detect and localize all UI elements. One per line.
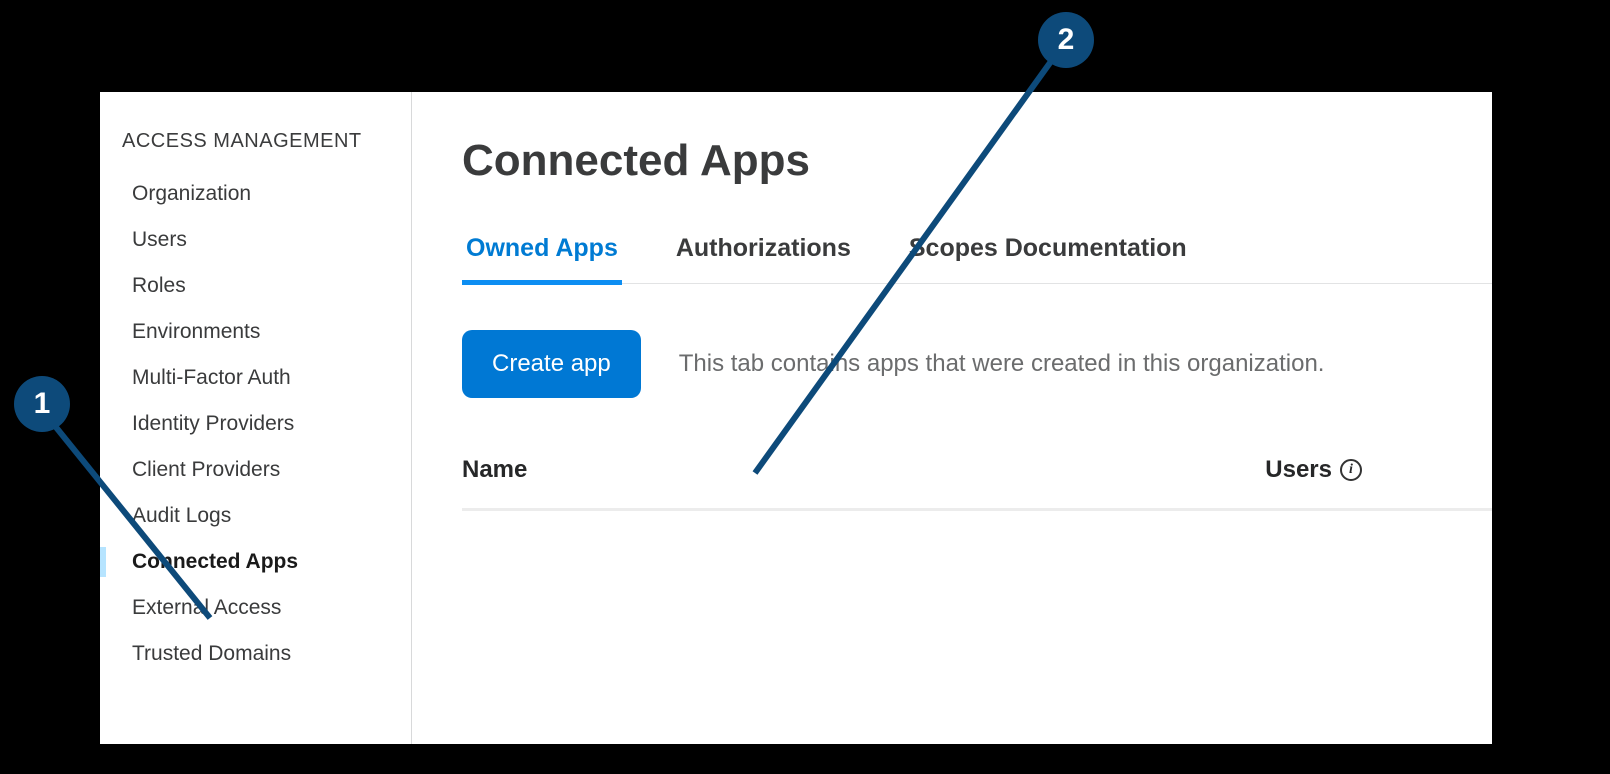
- callout-badge-1: 1: [14, 376, 70, 432]
- sidebar-item-external-access[interactable]: External Access: [100, 585, 411, 631]
- column-header-users-label: Users: [1265, 456, 1332, 484]
- sidebar-section-title: ACCESS MANAGEMENT: [100, 130, 411, 171]
- tab-description: This tab contains apps that were created…: [679, 350, 1325, 378]
- tab-scopes-documentation[interactable]: Scopes Documentation: [905, 234, 1191, 283]
- sidebar-item-client-providers[interactable]: Client Providers: [100, 447, 411, 493]
- main-content: Connected Apps Owned Apps Authorizations…: [412, 92, 1492, 744]
- sidebar-item-environments[interactable]: Environments: [100, 309, 411, 355]
- callout-badge-2: 2: [1038, 12, 1094, 68]
- column-header-name[interactable]: Name: [462, 456, 527, 484]
- sidebar-item-identity-providers[interactable]: Identity Providers: [100, 401, 411, 447]
- tab-owned-apps[interactable]: Owned Apps: [462, 234, 622, 283]
- sidebar-item-trusted-domains[interactable]: Trusted Domains: [100, 631, 411, 677]
- page-title: Connected Apps: [462, 136, 1492, 186]
- sidebar-item-audit-logs[interactable]: Audit Logs: [100, 493, 411, 539]
- app-card: ACCESS MANAGEMENT Organization Users Rol…: [100, 92, 1492, 744]
- action-row: Create app This tab contains apps that w…: [462, 330, 1492, 398]
- table-header-row: Name Users i: [462, 456, 1492, 511]
- apps-table: Name Users i: [462, 456, 1492, 511]
- sidebar-item-multi-factor-auth[interactable]: Multi-Factor Auth: [100, 355, 411, 401]
- tabbar: Owned Apps Authorizations Scopes Documen…: [462, 234, 1492, 284]
- sidebar-item-organization[interactable]: Organization: [100, 171, 411, 217]
- tab-authorizations[interactable]: Authorizations: [672, 234, 855, 283]
- sidebar: ACCESS MANAGEMENT Organization Users Rol…: [100, 92, 412, 744]
- column-header-users[interactable]: Users i: [1265, 456, 1362, 484]
- info-icon[interactable]: i: [1340, 459, 1362, 481]
- sidebar-item-users[interactable]: Users: [100, 217, 411, 263]
- sidebar-item-connected-apps[interactable]: Connected Apps: [100, 539, 411, 585]
- sidebar-item-roles[interactable]: Roles: [100, 263, 411, 309]
- create-app-button[interactable]: Create app: [462, 330, 641, 398]
